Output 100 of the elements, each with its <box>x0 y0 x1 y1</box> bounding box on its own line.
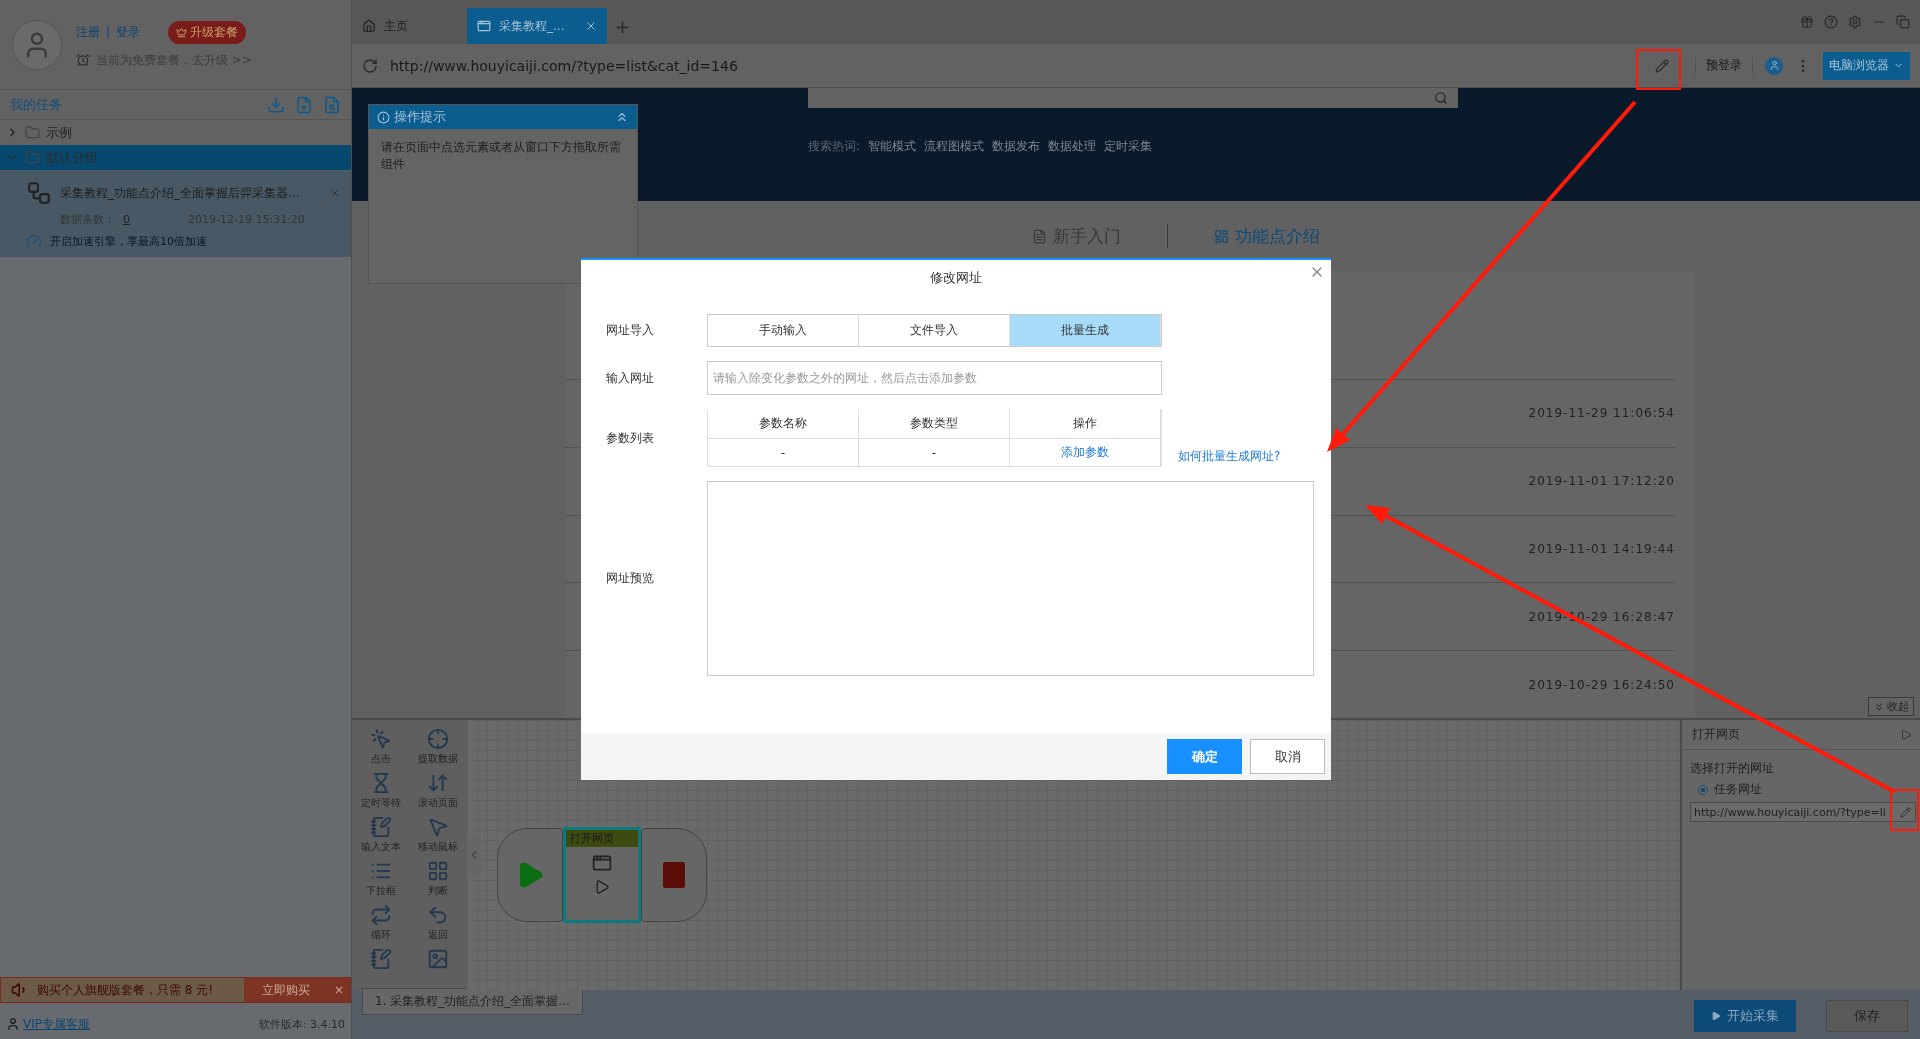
hint-text: 请在页面中点选元素或者从窗口下方拖取所需组件 <box>381 139 622 173</box>
prelogin-button[interactable]: 预登录 <box>1695 57 1753 74</box>
highlight-frame <box>1636 49 1681 90</box>
component-item[interactable]: 判断 <box>409 860 467 898</box>
task-name: 采集教程_功能点介绍_全面掌握后羿采集器... <box>60 184 301 202</box>
new-task-icon[interactable] <box>295 95 313 114</box>
url-input[interactable]: 请输入除变化参数之外的网址，然后点击添加参数 <box>707 361 1162 395</box>
hot-word-link[interactable]: 智能模式 <box>868 138 917 155</box>
pointer-icon <box>427 816 450 838</box>
article-date: 2019-10-29 16:24:50 <box>1528 677 1675 692</box>
confirm-button[interactable]: 确定 <box>1167 739 1242 774</box>
notebook-icon <box>369 816 392 838</box>
avatar[interactable] <box>12 19 62 70</box>
window-icon <box>477 19 491 33</box>
alarm-clock-icon <box>76 53 90 67</box>
import-icon[interactable] <box>267 95 285 114</box>
field-label: 输入网址 <box>605 369 655 387</box>
chevron-left-icon[interactable] <box>467 835 481 875</box>
restore-icon[interactable] <box>1896 15 1910 29</box>
table-cell: - <box>859 439 1010 466</box>
hot-word-link[interactable]: 数据发布 <box>992 138 1041 155</box>
register-link[interactable]: 注册 <box>76 23 100 41</box>
folder-name: 默认分组 <box>46 148 98 167</box>
help-link[interactable]: 如何批量生成网址? <box>1178 448 1281 465</box>
flowchart-icon <box>26 180 52 206</box>
hint-title: 操作提示 <box>394 108 447 126</box>
article-date: 2019-11-29 11:06:54 <box>1528 406 1675 421</box>
address-url[interactable]: http://www.houyicaiji.com/?type=list&cat_id=146 <box>390 57 1643 74</box>
hot-label: 搜索热词: <box>808 138 861 155</box>
collapse-up-icon[interactable] <box>615 110 629 124</box>
hot-word-link[interactable]: 流程图模式 <box>924 138 985 155</box>
version-text: 软件版本: 3.4.10 <box>258 1016 345 1032</box>
my-tasks-title: 我的任务 <box>10 95 63 114</box>
end-block[interactable] <box>641 828 707 922</box>
field-label: 选择打开的网址 <box>1690 760 1775 777</box>
gauge-icon <box>26 233 42 249</box>
scroll-icon <box>427 772 450 794</box>
buy-button[interactable]: 立即购买 <box>243 978 328 1002</box>
highlight-frame <box>1890 789 1919 831</box>
play-icon <box>1711 1011 1721 1021</box>
site-search-field[interactable] <box>808 88 1458 108</box>
article-date: 2019-11-01 17:12:20 <box>1528 474 1675 489</box>
login-link[interactable]: 登录 <box>116 23 141 41</box>
crosshair-icon <box>427 728 450 750</box>
close-icon[interactable] <box>329 187 341 199</box>
info-icon <box>377 110 390 124</box>
edit-icon[interactable] <box>1655 58 1669 73</box>
upgrade-button[interactable]: 升级套餐 <box>168 20 247 44</box>
home-icon <box>362 19 376 33</box>
boost-link[interactable]: 开启加速引擎，享最高10倍加速 <box>50 233 207 249</box>
play-icon[interactable] <box>594 879 610 895</box>
start-button[interactable]: 开始采集 <box>1694 1000 1796 1032</box>
folder-row[interactable]: 示例 <box>0 120 351 145</box>
play-icon[interactable] <box>1900 728 1912 741</box>
double-chevron-icon <box>1873 700 1885 713</box>
save-button[interactable]: 保存 <box>1826 1000 1908 1032</box>
dialog-title: 修改网址 <box>930 269 982 287</box>
link-separator: | <box>106 25 111 39</box>
hot-word-link[interactable]: 定时采集 <box>1104 138 1153 155</box>
folder-icon <box>25 150 40 165</box>
support-link[interactable]: VIP专属客服 <box>23 1015 90 1033</box>
help-icon[interactable] <box>1824 15 1838 29</box>
url-field[interactable]: http://www.houyicaiji.com/?type=li <box>1690 802 1916 822</box>
count-link[interactable]: 0 <box>123 213 130 226</box>
repeat-icon <box>369 904 392 926</box>
refresh-icon[interactable] <box>362 57 378 74</box>
table-cell: - <box>708 439 859 466</box>
settings-icon[interactable] <box>1848 15 1862 29</box>
browser-tab[interactable]: 采集教程_... <box>467 8 607 44</box>
folder-row[interactable]: 默认分组 <box>0 145 351 170</box>
new-tab-button[interactable]: + <box>607 8 639 44</box>
promo-close-button[interactable]: × <box>327 978 350 1002</box>
cursor-click-icon <box>369 728 392 750</box>
start-block[interactable] <box>497 828 563 922</box>
hot-word-link[interactable]: 数据处理 <box>1048 138 1097 155</box>
field-label: 网址导入 <box>605 322 655 339</box>
search-task-icon[interactable] <box>323 95 341 114</box>
mode-tab[interactable]: 批量生成 <box>1010 315 1161 346</box>
add-param-link[interactable]: 添加参数 <box>1061 444 1109 461</box>
browser-mode-button[interactable]: 电脑浏览器 <box>1823 51 1910 80</box>
search-icon <box>1434 91 1448 105</box>
folder-icon <box>25 125 40 140</box>
radio-button[interactable] <box>1698 784 1708 795</box>
collapse-button[interactable]: 收起 <box>1868 697 1914 716</box>
column-header: 参数名称 <box>708 409 859 439</box>
step-tab[interactable]: 1. 采集教程_功能点介绍_全面掌握... <box>362 988 583 1015</box>
promo-text: 购买个人旗舰版套餐，只需 8 元! <box>37 981 214 999</box>
crown-icon <box>176 26 188 38</box>
column-header: 参数类型 <box>859 409 1010 439</box>
edit-icon[interactable] <box>1900 806 1911 818</box>
cancel-button[interactable]: 取消 <box>1250 739 1325 774</box>
gift-icon[interactable] <box>1800 15 1814 29</box>
section-tab[interactable]: 功能点介绍 <box>1208 223 1326 249</box>
window-icon <box>592 853 612 873</box>
panel-title: 打开网页 <box>1692 726 1740 743</box>
close-icon[interactable] <box>585 20 597 32</box>
grid-icon <box>427 860 450 882</box>
user-badge-icon[interactable] <box>1765 56 1783 75</box>
field-label: 参数列表 <box>605 429 655 447</box>
grid-icon <box>1214 228 1229 244</box>
